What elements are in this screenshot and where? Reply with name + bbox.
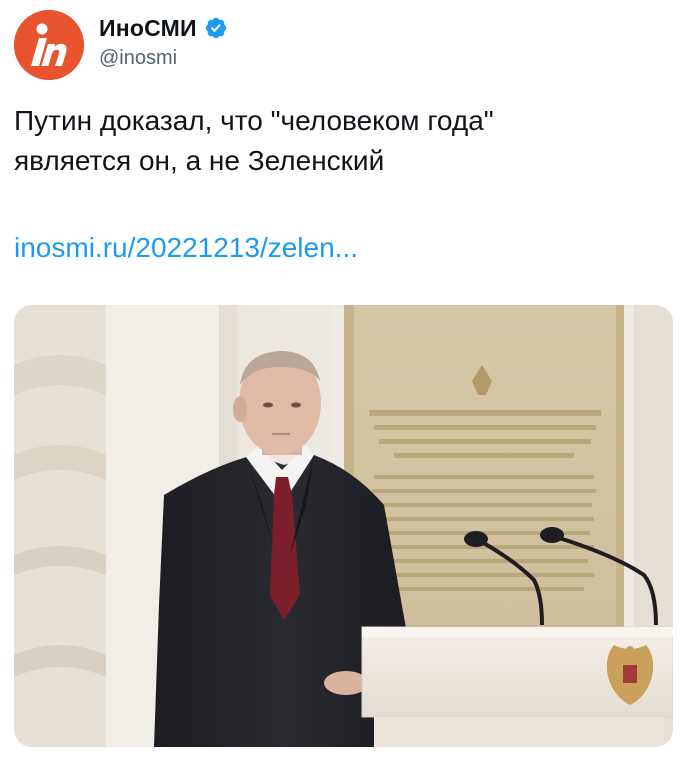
author-avatar[interactable]	[14, 10, 84, 80]
display-name-row: ИноСМИ	[99, 13, 228, 43]
inosmi-logo-icon	[14, 10, 84, 80]
tweet-photo[interactable]	[14, 305, 673, 747]
tweet-text-line-1: Путин доказал, что "человеком года"	[14, 105, 494, 136]
tweet-card: ИноСМИ @inosmi Путин доказал, что "челов…	[0, 0, 691, 758]
tweet-link[interactable]: inosmi.ru/20221213/zelen...	[14, 228, 358, 268]
tweet-text-line-2: является он, а не Зеленский	[14, 145, 385, 176]
verified-badge-icon	[205, 17, 226, 39]
author-handle[interactable]: @inosmi	[99, 47, 228, 70]
author-display-name[interactable]: ИноСМИ	[99, 15, 197, 42]
photo-illustration	[14, 305, 673, 747]
tweet-text: Путин доказал, что "человеком года" явля…	[14, 101, 674, 181]
tweet-header: ИноСМИ @inosmi	[14, 10, 228, 82]
author-names: ИноСМИ @inosmi	[99, 13, 228, 70]
